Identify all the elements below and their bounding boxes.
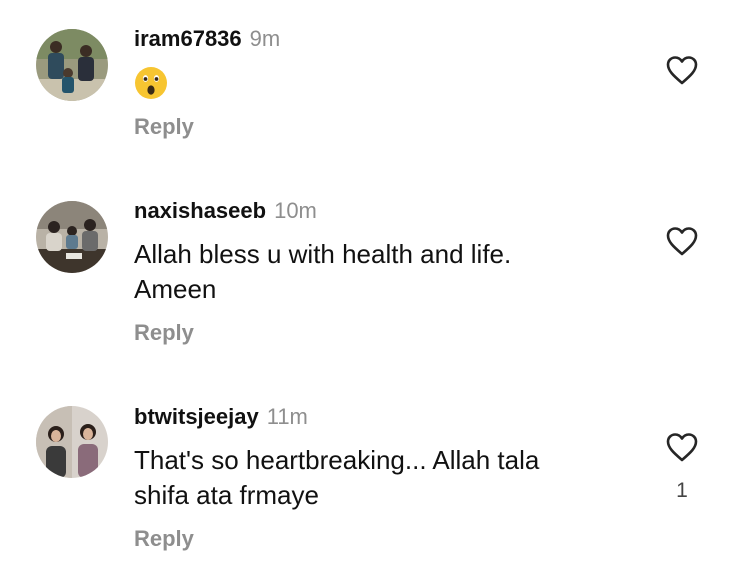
heart-outline-icon[interactable] <box>665 431 699 463</box>
comment-header: iram67836 9m <box>134 26 280 52</box>
comment-text-line: Allah bless u with health and life. <box>134 239 512 269</box>
username[interactable]: btwitsjeejay <box>134 404 259 429</box>
comment-text: That's so heartbreaking... Allah tala sh… <box>134 443 634 513</box>
comment-header: btwitsjeejay 11m <box>134 404 308 430</box>
avatar[interactable] <box>36 29 108 101</box>
comment-header: naxishaseeb 10m <box>134 198 317 224</box>
timestamp: 9m <box>249 26 281 51</box>
reply-button[interactable]: Reply <box>134 526 194 552</box>
like-count[interactable]: 1 <box>672 479 692 503</box>
comment-text-line: That's so heartbreaking... Allah tala <box>134 445 540 475</box>
timestamp: 10m <box>274 198 317 223</box>
astonished-face-emoji-icon <box>134 66 168 100</box>
comment-text-line: shifa ata frmaye <box>134 480 319 510</box>
reply-button[interactable]: Reply <box>134 320 194 346</box>
username[interactable]: naxishaseeb <box>134 198 266 223</box>
comment-text-line: Ameen <box>134 274 217 304</box>
timestamp: 11m <box>266 404 308 429</box>
avatar[interactable] <box>36 201 108 273</box>
comment-text: Allah bless u with health and life. Amee… <box>134 237 634 307</box>
reply-button[interactable]: Reply <box>134 114 194 140</box>
heart-outline-icon[interactable] <box>665 54 699 86</box>
avatar[interactable] <box>36 406 108 478</box>
username[interactable]: iram67836 <box>134 26 242 51</box>
heart-outline-icon[interactable] <box>665 225 699 257</box>
